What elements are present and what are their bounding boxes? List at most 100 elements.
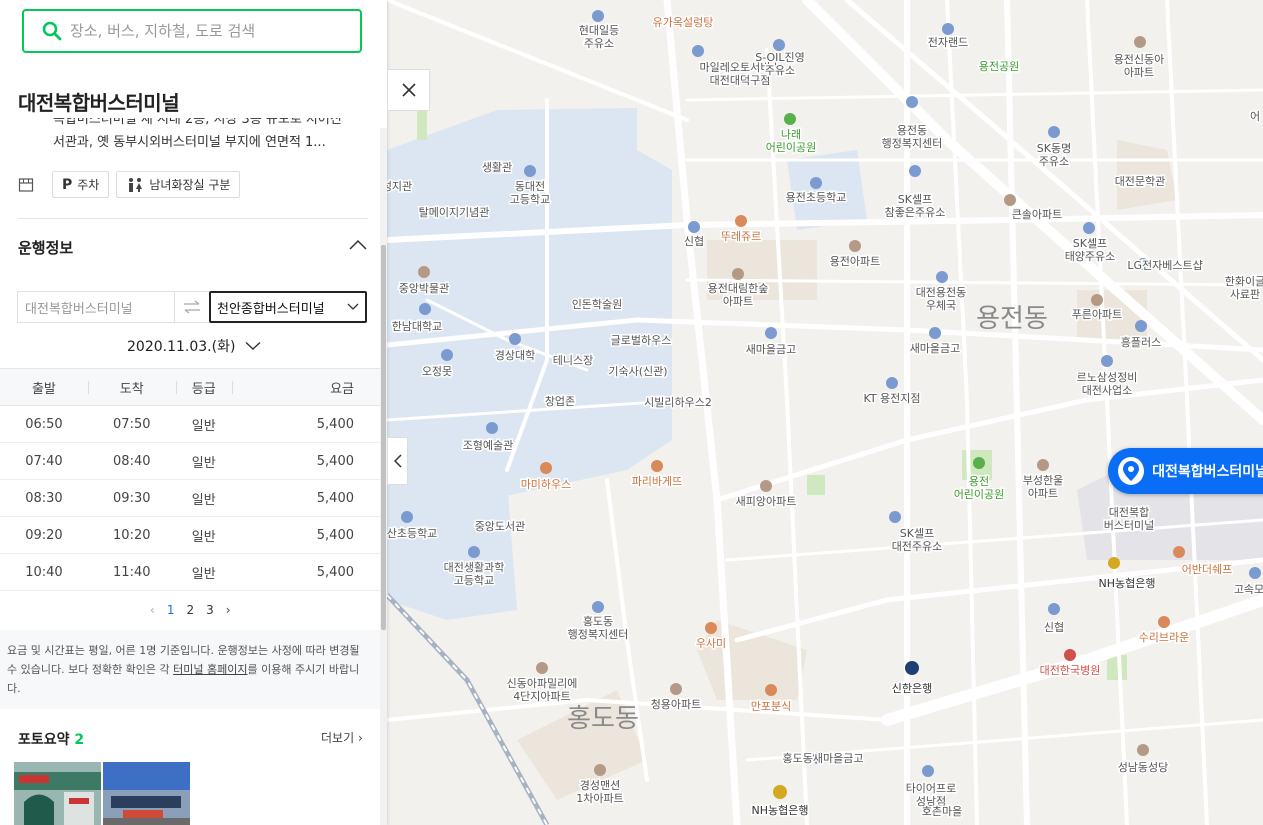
chevron-down-icon: [245, 341, 261, 350]
map-place-label[interactable]: 산초등학교: [387, 526, 439, 542]
map-place-label[interactable]: 대전한국병원: [1038, 663, 1102, 679]
map-place-label[interactable]: 중앙박물관: [397, 281, 451, 297]
map-place-label[interactable]: 용전공원: [977, 59, 1020, 75]
map-place-label[interactable]: 경성맨션 1차아파트: [575, 778, 625, 807]
map-place-label[interactable]: 탈메이지기념관: [417, 205, 491, 221]
map-place-label[interactable]: 부성한울 아파트: [1021, 473, 1064, 502]
departure-time: 08:30: [0, 479, 88, 517]
school-area: [787, 150, 867, 230]
map-place-label[interactable]: 어반더쉐프: [1180, 562, 1234, 578]
map-place-label[interactable]: 동대전 고등학교: [508, 179, 551, 208]
place-panel: 대전복합버스터미널 복합버스터미널 새 시대 2층, 지상 3층 규모로 지어진…: [0, 0, 387, 825]
map-place-label[interactable]: 우사미: [694, 636, 727, 652]
photo-summary-label: 포토요약: [18, 732, 70, 748]
map-place-label[interactable]: 새마을금고: [908, 341, 962, 357]
page-link-2[interactable]: 2: [186, 603, 194, 617]
bus-grade: 일반: [175, 553, 232, 591]
map-place-label[interactable]: 전자랜드: [926, 35, 969, 51]
map-place-label[interactable]: 중앙도서관: [473, 519, 527, 535]
map-place-label[interactable]: 호촌마을: [920, 804, 963, 820]
swap-button[interactable]: [175, 291, 209, 323]
arrival-time: 07:50: [87, 405, 176, 443]
arrival-terminal-select[interactable]: 천안종합버스터미널: [209, 291, 367, 323]
arrival-terminal-value: 천안종합버스터미널: [217, 301, 325, 317]
prev-page-icon[interactable]: ‹: [150, 603, 155, 617]
column-header: 등급: [175, 368, 232, 406]
map-place-label[interactable]: 홍도동새마을금고: [781, 750, 865, 767]
place-description: 복합버스터미널 새 시대 2층, 지상 3층 규모로 지어진 서관과, 옛 동부…: [53, 118, 353, 154]
map-place-label[interactable]: 신한은행: [890, 681, 933, 697]
map-place-label[interactable]: 고속모: [1232, 582, 1263, 598]
map-place-label[interactable]: 용전초등학교: [784, 190, 848, 206]
map-place-label[interactable]: 생활관: [480, 159, 513, 176]
map-place-label[interactable]: 기숙사(신관): [607, 364, 669, 380]
map-place-label[interactable]: 대전복합 버스터미널: [1102, 505, 1156, 534]
scrollbar-thumb[interactable]: [381, 245, 386, 630]
park-area: [807, 475, 825, 495]
map-place-label[interactable]: 새피앙아파트: [734, 494, 798, 510]
map-place-label[interactable]: SK동명 주유소: [1035, 141, 1072, 170]
map-place-label[interactable]: 한남대학교: [390, 319, 444, 335]
map-place-label[interactable]: KT 용전지점: [862, 391, 922, 407]
map-place-label[interactable]: 청용아파트: [649, 697, 703, 713]
map-place-label[interactable]: 용전아파트: [828, 254, 882, 270]
map-place-label[interactable]: 뚜레쥬르: [719, 229, 762, 245]
map-view[interactable]: 현대일등 주유소 유가옥설렁탕 마일레오토서비스 대전대덕구점 S-OIL진영 주유소 전자랜…: [387, 0, 1263, 825]
search-box[interactable]: [22, 9, 362, 53]
map-place-label[interactable]: 마미하우스: [519, 476, 573, 493]
page-link-1[interactable]: 1: [167, 603, 175, 617]
map-place-label[interactable]: 푸른아파트: [1070, 307, 1124, 323]
map-place-label[interactable]: 글로벌하우스: [609, 332, 673, 349]
departure-terminal-field[interactable]: 대전복합버스터미널: [17, 291, 175, 323]
map-place-label[interactable]: 수리브라운: [1137, 630, 1191, 646]
more-link[interactable]: 더보기 ›: [321, 729, 363, 746]
map-place-label[interactable]: NH농협은행: [1097, 576, 1157, 592]
facility-restroom-label: 남녀화장실 구분: [149, 178, 231, 192]
map-place-label[interactable]: 흥플러스: [1119, 334, 1162, 351]
page-link-3[interactable]: 3: [206, 603, 214, 617]
map-place-label[interactable]: 한화이글 사료판: [1223, 274, 1263, 303]
map-place-label[interactable]: 르노삼성정비 대전사업소: [1075, 370, 1139, 399]
map-place-label[interactable]: 유가옥설렁탕: [651, 15, 715, 31]
date-selector[interactable]: 2020.11.03.(화): [127, 336, 261, 356]
close-icon: [401, 83, 416, 97]
section-divider: [18, 218, 368, 219]
close-panel-button[interactable]: [387, 69, 430, 111]
map-place-label[interactable]: NH농협은행: [750, 803, 810, 819]
map-place-label[interactable]: 파리바게뜨: [630, 474, 684, 490]
departure-time: 09:20: [0, 516, 88, 554]
map-place-label[interactable]: 인돈학술원: [570, 297, 624, 313]
map-place-label[interactable]: LG전자베스트샵: [1126, 258, 1204, 274]
terminal-homepage-link[interactable]: 터미널 홈페이지: [173, 663, 247, 676]
photo-thumbnail[interactable]: [103, 762, 190, 825]
map-place-label[interactable]: 신협: [682, 234, 705, 250]
map-place-label[interactable]: 경상대학: [493, 348, 536, 364]
map-place-label[interactable]: 새마을금고: [744, 342, 798, 358]
map-place-label[interactable]: 만포분식: [749, 699, 792, 715]
map-place-label[interactable]: 조형예술관: [461, 438, 515, 454]
chevron-right-icon: ›: [357, 731, 363, 745]
map-place-label[interactable]: 시빌리하우스2: [643, 394, 714, 411]
map-place-label[interactable]: 성남동성당: [1116, 760, 1170, 776]
facility-restroom: 남녀화장실 구분: [116, 171, 241, 198]
map-place-label[interactable]: 큰솔아파트: [1010, 207, 1064, 223]
map-canvas[interactable]: 현대일등 주유소유가옥설렁탕마일레오토서비스 대전대덕구점S-OIL진영 주유소전자랜…: [387, 0, 1263, 825]
map-place-label[interactable]: 오정못: [420, 364, 453, 380]
map-place-label[interactable]: 대전문학관: [1113, 174, 1167, 190]
next-page-icon[interactable]: ›: [226, 603, 231, 617]
map-place-label[interactable]: 어: [1248, 109, 1261, 125]
collapse-panel-button[interactable]: [387, 437, 408, 485]
chevron-up-icon[interactable]: [348, 236, 368, 252]
timetable-notice: 요금 및 시간표는 평일, 어른 1명 기준입니다. 운행정보는 사정에 따라 …: [0, 630, 380, 709]
map-place-label[interactable]: 신협: [1042, 620, 1065, 636]
map-place-label[interactable]: 창업존: [543, 394, 576, 410]
photo-thumbnail[interactable]: [14, 762, 101, 825]
map-place-label[interactable]: 신동아파밀리에 4단지아파트: [505, 676, 579, 705]
map-place-label[interactable]: 테니스장: [551, 353, 594, 369]
column-header: 요금: [231, 368, 380, 406]
arrival-time: 09:30: [87, 479, 176, 517]
map-place-label[interactable]: 현대일등 주유소: [577, 22, 620, 52]
map-place-label[interactable]: 성지관: [387, 179, 414, 195]
search-input[interactable]: [70, 22, 340, 40]
selected-place-marker[interactable]: 대전복합버스터미널: [1108, 448, 1263, 494]
